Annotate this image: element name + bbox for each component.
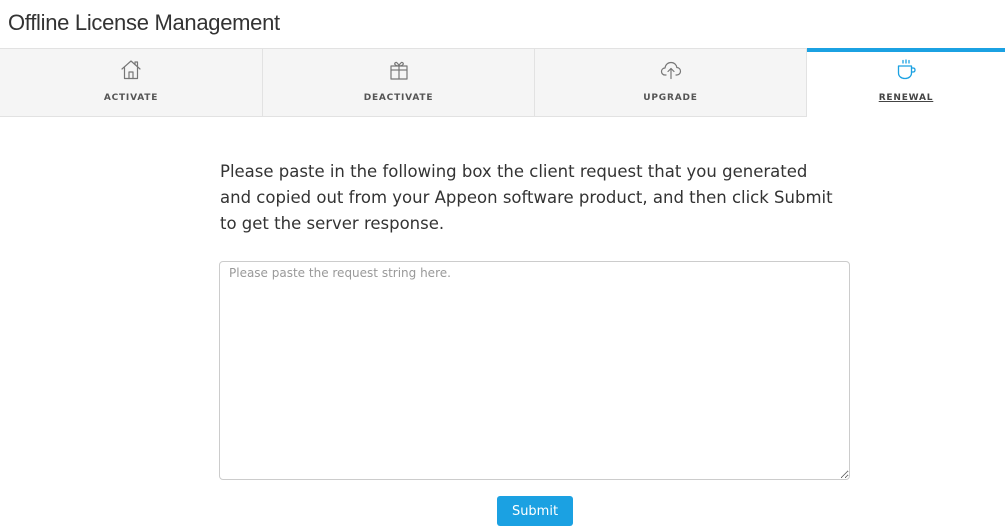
coffee-cup-icon [897, 59, 916, 80]
tab-deactivate[interactable]: DEACTIVATE [263, 48, 535, 117]
tab-label: ACTIVATE [103, 93, 159, 103]
tab-activate[interactable]: ACTIVATE [0, 48, 263, 117]
home-icon [121, 60, 141, 80]
tab-upgrade[interactable]: UPGRADE [535, 48, 807, 117]
request-string-input[interactable] [219, 261, 850, 480]
gift-icon [389, 61, 408, 80]
page-title: Offline License Management [8, 10, 280, 35]
tab-renewal[interactable]: RENEWAL [807, 48, 1005, 117]
tab-label: DEACTIVATE [363, 93, 434, 103]
tab-label: RENEWAL [878, 93, 934, 103]
tab-bar: ACTIVATE DEACTIVATE UPGRADE RENEWAL [0, 48, 1005, 117]
cloud-upload-icon [660, 61, 681, 80]
tab-label: UPGRADE [643, 93, 698, 103]
submit-button[interactable]: Submit [497, 496, 573, 526]
instructions-text: Please paste in the following box the cl… [220, 162, 833, 233]
